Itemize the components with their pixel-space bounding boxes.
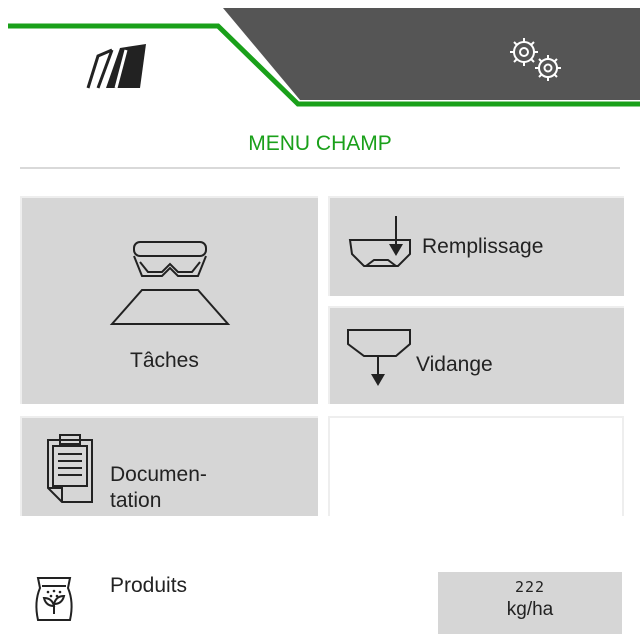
tab-bar [8,8,640,108]
produits-label: Produits [110,574,188,597]
title-divider [20,167,620,169]
remplissage-label: Remplissage [422,235,544,258]
vidange-button[interactable]: Vidange [328,306,624,404]
taches-label: Tâches [130,349,199,372]
clipboard-icon [47,434,93,503]
gears-icon [510,38,561,81]
page-title: MENU CHAMP [248,132,392,155]
vidange-label: Vidange [416,353,493,376]
hopper-empty-icon [347,329,411,386]
documentation-label-line1: Documen- [110,463,207,486]
remplissage-button[interactable]: Remplissage [328,196,624,296]
application-rate-field[interactable]: 222 kg/ha [438,572,622,634]
documentation-button[interactable]: Documen- tation [20,416,318,516]
documentation-label-line2: tation [110,489,162,512]
hopper-fill-icon [348,216,411,267]
rate-unit: kg/ha [506,599,554,620]
taches-button[interactable]: Tâches [20,196,318,404]
fertilizer-bag-icon [35,577,73,621]
empty-slot [328,416,624,516]
rate-value: 222 [514,578,546,596]
tab-settings[interactable] [488,30,588,86]
spreader-icon [109,241,231,325]
field-tramline-icon [86,44,146,89]
tab-field[interactable] [68,28,198,98]
empty-slot-border [622,418,624,516]
field-menu-screen: MENU CHAMP Tâches Remplissage Vidange Do… [0,0,640,634]
